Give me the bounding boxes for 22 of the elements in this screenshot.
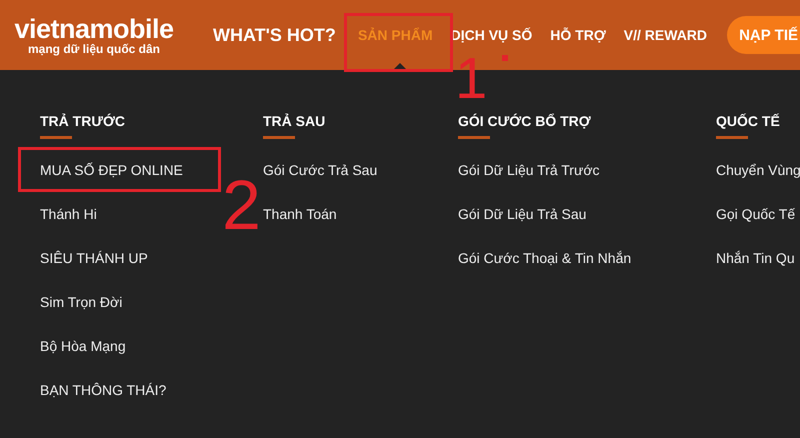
logo-wordmark[interactable]: vietnamobile — [14, 14, 174, 42]
menu-link[interactable]: BẠN THÔNG THÁI? — [40, 381, 263, 399]
nav-link[interactable]: V// REWARD — [624, 27, 708, 43]
menu-link[interactable]: Bộ Hòa Mạng — [40, 337, 263, 355]
menu-link[interactable]: Thanh Toán — [263, 205, 458, 223]
column-heading: TRẢ SAU — [263, 112, 326, 130]
logo-tagline: mạng dữ liệu quốc dân — [28, 42, 160, 56]
dropdown-pointer-icon — [393, 63, 407, 70]
menu-link[interactable]: Gói Cước Thoại & Tin Nhắn — [458, 249, 716, 267]
nav-link[interactable]: WHAT'S HOT? — [213, 24, 336, 46]
menu-link[interactable]: Gói Dữ Liệu Trả Sau — [458, 205, 716, 223]
menu-link[interactable]: SIÊU THÁNH UP — [40, 249, 263, 267]
menu-link[interactable]: Sim Trọn Đời — [40, 293, 263, 311]
column-heading: GÓI CƯỚC BỔ TRỢ — [458, 112, 592, 130]
nav-link[interactable]: HỖ TRỢ — [550, 27, 606, 43]
menu-link[interactable]: Gọi Quốc Tế — [716, 205, 800, 223]
column-heading: TRẢ TRƯỚC — [40, 112, 126, 130]
column-heading: QUỐC TẾ — [716, 112, 781, 130]
menu-link[interactable]: Chuyển Vùng — [716, 161, 800, 179]
menu-link[interactable]: Gói Dữ Liệu Trả Trước — [458, 161, 716, 179]
menu-link[interactable]: Gói Cước Trả Sau — [263, 161, 458, 179]
menu-link[interactable]: Nhắn Tin Qu — [716, 249, 800, 267]
